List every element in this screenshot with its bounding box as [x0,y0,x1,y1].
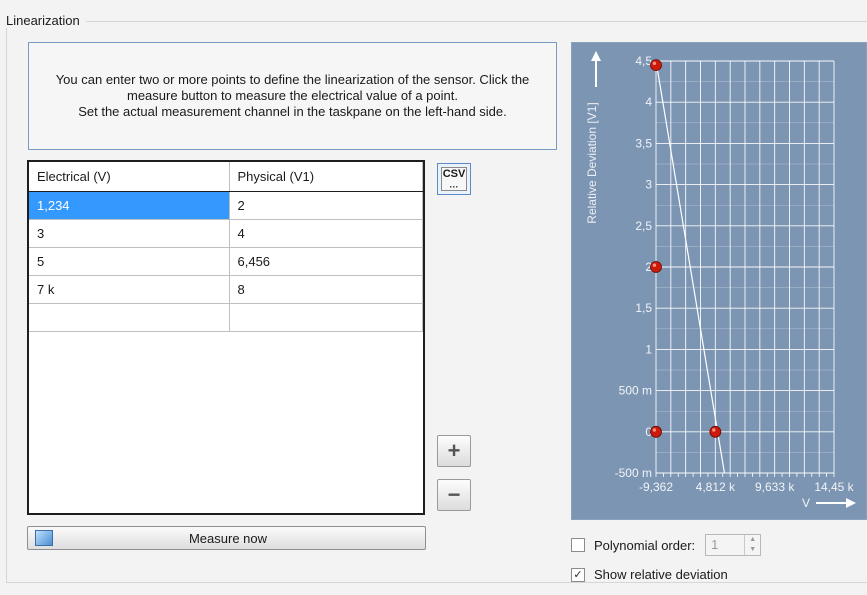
table-row-new[interactable] [29,303,423,332]
table-row[interactable]: 5 6,456 [29,247,423,276]
data-point [650,59,662,72]
table-cell[interactable]: 8 [229,275,423,304]
polynomial-order-value[interactable]: 1 [706,535,744,555]
y-tick-label: 500 m [619,384,652,398]
table-header: Electrical (V) Physical (V1) [29,162,423,192]
add-point-button[interactable]: + [437,435,471,467]
group-title: Linearization [6,13,86,28]
polynomial-order-label: Polynomial order: [594,537,696,553]
remove-point-button[interactable]: − [437,479,471,511]
table-cell[interactable] [229,303,423,332]
x-tick-label: 9,633 k [755,480,795,494]
show-deviation-row: ✓ Show relative deviation [571,567,728,582]
table-cell[interactable]: 7 k [29,275,230,304]
table-cell[interactable]: 2 [229,191,423,220]
polynomial-order-stepper[interactable]: 1 ▲ ▼ [705,534,762,556]
table-row[interactable]: 7 k 8 [29,275,423,304]
minus-icon: − [447,482,461,507]
stepper-arrows[interactable]: ▲ ▼ [744,535,760,555]
data-point [709,425,722,438]
y-tick-label: 1,5 [635,301,652,315]
y-tick-label: 3,5 [635,136,652,150]
y-axis-arrow-icon [591,51,601,61]
x-axis-label: V [802,496,810,510]
x-tick-label: -9,362 [639,480,673,494]
column-header-physical[interactable]: Physical (V1) [229,162,423,192]
points-grid[interactable]: Electrical (V) Physical (V1) 1,234 2 3 4… [27,160,425,515]
y-tick-label: 4,5 [635,54,652,68]
csv-icon: CSV ··· [441,167,467,192]
chart-svg: 4,543,532,521,51500 m0-500 m-9,362 4,812 … [585,51,856,510]
table-cell[interactable]: 1,234 [29,191,230,220]
stepper-up-icon[interactable]: ▲ [745,535,760,545]
y-tick-label: 4 [645,95,652,109]
x-tick-label: 14,45 k [814,480,854,494]
y-tick-label: 3 [645,178,652,192]
x-axis-arrow-icon [846,498,856,508]
show-relative-deviation-label: Show relative deviation [594,567,728,582]
y-axis-label: Relative Deviation [V1] [585,102,599,223]
measure-now-label: Measure now [188,530,268,546]
y-tick-label: 1 [645,342,652,356]
points-table: Electrical (V) Physical (V1) 1,234 2 3 4… [29,162,423,332]
table-cell[interactable]: 4 [229,219,423,248]
plus-icon: + [447,438,461,463]
polynomial-order-checkbox[interactable] [571,538,585,552]
column-header-electrical[interactable]: Electrical (V) [29,162,230,192]
measure-icon [35,530,53,546]
data-point-highlight [712,428,716,432]
data-point-highlight [652,428,657,432]
table-cell[interactable]: 6,456 [229,247,423,276]
polynomial-order-row: Polynomial order: 1 ▲ ▼ [571,534,762,556]
x-tick-label: 4,812 k [696,480,736,494]
table-cell[interactable]: 3 [29,219,230,248]
data-point [650,425,662,438]
table-cell[interactable]: 5 [29,247,230,276]
table-row[interactable]: 1,234 2 [29,191,423,220]
deviation-chart: 4,5 4 3,5 3 2,5 2 1,5 1 500 m 0 -500 m -9,362 4,812 … [571,42,867,520]
data-point-highlight [652,263,657,267]
measure-now-button[interactable]: Measure now [27,526,426,550]
info-text: You can enter two or more points to defi… [55,72,530,119]
stepper-down-icon[interactable]: ▼ [745,545,760,555]
info-box: You can enter two or more points to defi… [28,42,557,150]
data-point-highlight [652,61,657,66]
csv-import-button[interactable]: CSV ··· [437,163,471,195]
y-tick-label: 2,5 [635,219,652,233]
show-relative-deviation-checkbox[interactable]: ✓ [571,567,585,582]
y-tick-label: -500 m [615,466,652,480]
data-point [650,261,662,273]
table-cell[interactable] [29,303,230,332]
csv-label: CSV [442,168,466,180]
table-row[interactable]: 3 4 [29,219,423,248]
